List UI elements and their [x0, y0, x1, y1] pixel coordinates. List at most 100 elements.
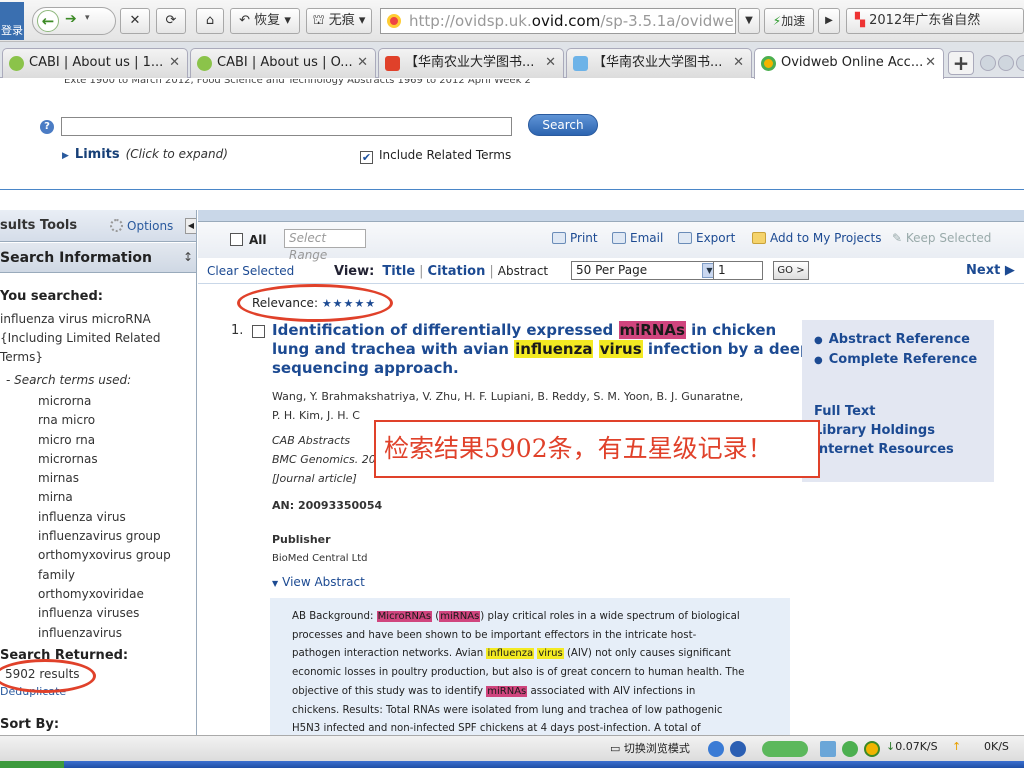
results-tools-header: sults Tools Options ◀ [0, 210, 196, 242]
search-input[interactable] [61, 117, 512, 136]
browse-mode-button[interactable]: ▭ 切换浏览模式 [610, 740, 690, 756]
export-button[interactable]: Export [678, 231, 735, 245]
search-term: orthomyxoviridae [38, 586, 144, 601]
history-dropdown-icon[interactable]: ▾ [85, 13, 90, 23]
tab-ovidweb[interactable]: Ovidweb Online Acc... ✕ [754, 48, 944, 79]
results-tools-title: sults Tools [0, 218, 78, 233]
tab-library-1[interactable]: 【华南农业大学图书... ✕ [378, 48, 564, 78]
options-button[interactable]: Options [110, 219, 173, 233]
record-authors: P. H. Kim, J. H. C [272, 409, 360, 422]
tab-scroll-right-icon[interactable] [998, 55, 1014, 71]
accelerate-label: 加速 [781, 14, 806, 28]
expand-arrow-icon: ▶ [62, 151, 69, 161]
record-title-link[interactable]: Identification of differentially express… [272, 321, 812, 378]
clear-selected-link[interactable]: Clear Selected [207, 264, 294, 278]
limits-toggle[interactable]: ▶ Limits (Click to expand) [62, 147, 228, 162]
keep-selected-button[interactable]: ✎ Keep Selected [892, 231, 991, 245]
collapse-sidebar-icon[interactable]: ◀ [185, 218, 196, 234]
close-icon[interactable]: ✕ [169, 49, 180, 77]
home-button[interactable]: ⌂ [196, 8, 224, 34]
search-term: influenza virus [38, 509, 126, 524]
select-range-input[interactable]: Select Range [284, 229, 366, 262]
tab-label: Ovidweb Online Acc... [781, 55, 924, 70]
page-number-input[interactable]: 1 [713, 261, 763, 280]
incognito-button[interactable]: ⛫ 无痕 ▾ [306, 8, 372, 34]
search-button[interactable]: Search [528, 114, 598, 136]
include-related-checkbox[interactable]: ✔ [360, 151, 373, 164]
tab-library-2[interactable]: 【华南农业大学图书... ✕ [566, 48, 752, 78]
ie-icon[interactable] [708, 741, 724, 757]
search-term: family [38, 567, 76, 582]
per-page-select[interactable]: 50 Per Page ▼ [571, 261, 719, 280]
abstract-reference-link[interactable]: ● Abstract Reference [814, 330, 994, 350]
accelerate-button[interactable]: ⚡加速 [764, 8, 814, 34]
internet-resources-link[interactable]: Internet Resources [814, 440, 994, 459]
news-widget[interactable]: ▚ 2012年广东省自然 [846, 8, 1024, 34]
view-abstract-current[interactable]: Abstract [498, 264, 548, 278]
os-taskbar [0, 761, 1024, 768]
incognito-label: 无痕 [328, 13, 355, 28]
view-title-link[interactable]: Title [382, 264, 415, 279]
go-button[interactable]: GO > [773, 261, 809, 280]
refresh-button[interactable]: ⟳ [156, 8, 186, 34]
upload-speed: 0K/S [984, 740, 1009, 753]
tab-cabi-1[interactable]: CABI | About us | 1... ✕ [2, 48, 188, 78]
record-checkbox[interactable] [252, 325, 265, 338]
new-tab-button[interactable]: + [948, 51, 974, 75]
tab-scroll-end-icon[interactable] [1016, 55, 1024, 71]
back-icon[interactable]: ← [37, 10, 59, 32]
cabi-icon [197, 56, 212, 71]
address-bar[interactable]: http://ovidsp.uk.ovid.com/sp-3.5.1a/ovid… [380, 8, 736, 34]
search-term: microrna [38, 394, 92, 408]
lightning-icon: ⚡ [772, 14, 782, 28]
forward-icon[interactable]: ➔ [65, 11, 77, 27]
search-term: rna micro [38, 413, 96, 428]
download-icon[interactable] [820, 741, 836, 757]
close-icon[interactable]: ✕ [357, 49, 368, 77]
security-icon[interactable] [730, 741, 746, 757]
login-button[interactable]: 登录 [0, 2, 24, 40]
abstract-line: AB Background: MicroRNAs (miRNAs) play c… [292, 611, 740, 622]
speed-icon[interactable] [864, 741, 880, 757]
tab-scroll-left-icon[interactable] [980, 55, 996, 71]
export-label: Export [696, 231, 736, 245]
complete-reference-link[interactable]: ● Complete Reference [814, 350, 994, 370]
view-options: View: Title | Citation | Abstract [334, 264, 549, 279]
close-icon[interactable]: ✕ [733, 49, 744, 77]
email-button[interactable]: Email [612, 231, 663, 245]
include-related-option[interactable]: ✔ Include Related Terms [360, 148, 511, 164]
print-button[interactable]: Print [552, 231, 598, 245]
full-text-link[interactable]: Full Text [814, 402, 994, 421]
select-all-checkbox[interactable] [230, 233, 243, 246]
library-holdings-link[interactable]: Library Holdings [814, 421, 994, 440]
plugin-icon[interactable] [842, 741, 858, 757]
start-button[interactable] [0, 761, 64, 768]
stop-button[interactable]: ✕ [120, 8, 150, 34]
toggle-icon[interactable] [762, 741, 808, 757]
view-abstract-toggle[interactable]: ▼ View Abstract [272, 575, 365, 589]
printer-icon [552, 232, 566, 244]
sort-by-label: Sort By: [0, 717, 60, 732]
record-links-box: ● Abstract Reference ● Complete Reference … [802, 320, 994, 482]
help-icon[interactable]: ? [40, 120, 54, 134]
search-information-header[interactable]: Search Information ↕ [0, 243, 196, 273]
select-all-option[interactable]: All [230, 233, 267, 247]
tab-cabi-2[interactable]: CABI | About us | O... ✕ [190, 48, 376, 78]
per-page-value: 50 Per Page [576, 263, 648, 277]
next-page-link[interactable]: Next ▶ [966, 263, 1015, 278]
view-citation-link[interactable]: Citation [428, 264, 486, 279]
record-type: [Journal article] [272, 472, 357, 485]
close-icon[interactable]: ✕ [925, 49, 936, 77]
add-to-projects-button[interactable]: Add to My Projects [752, 231, 882, 245]
search-term: influenza viruses [38, 606, 140, 621]
email-icon [612, 232, 626, 244]
go-arrow-button[interactable]: ▶ [818, 8, 840, 34]
restore-button[interactable]: ↶ 恢复 ▾ [230, 8, 300, 34]
sort-arrows-icon[interactable]: ↕ [183, 250, 193, 264]
address-dropdown-button[interactable]: ▼ [738, 8, 760, 34]
folder-icon [752, 232, 766, 244]
search-terms-list: microrna rna micro micro rna micrornas m… [38, 394, 171, 645]
browse-mode-label: 切换浏览模式 [623, 742, 690, 755]
close-icon[interactable]: ✕ [545, 49, 556, 77]
keep-icon: ✎ [892, 231, 903, 245]
